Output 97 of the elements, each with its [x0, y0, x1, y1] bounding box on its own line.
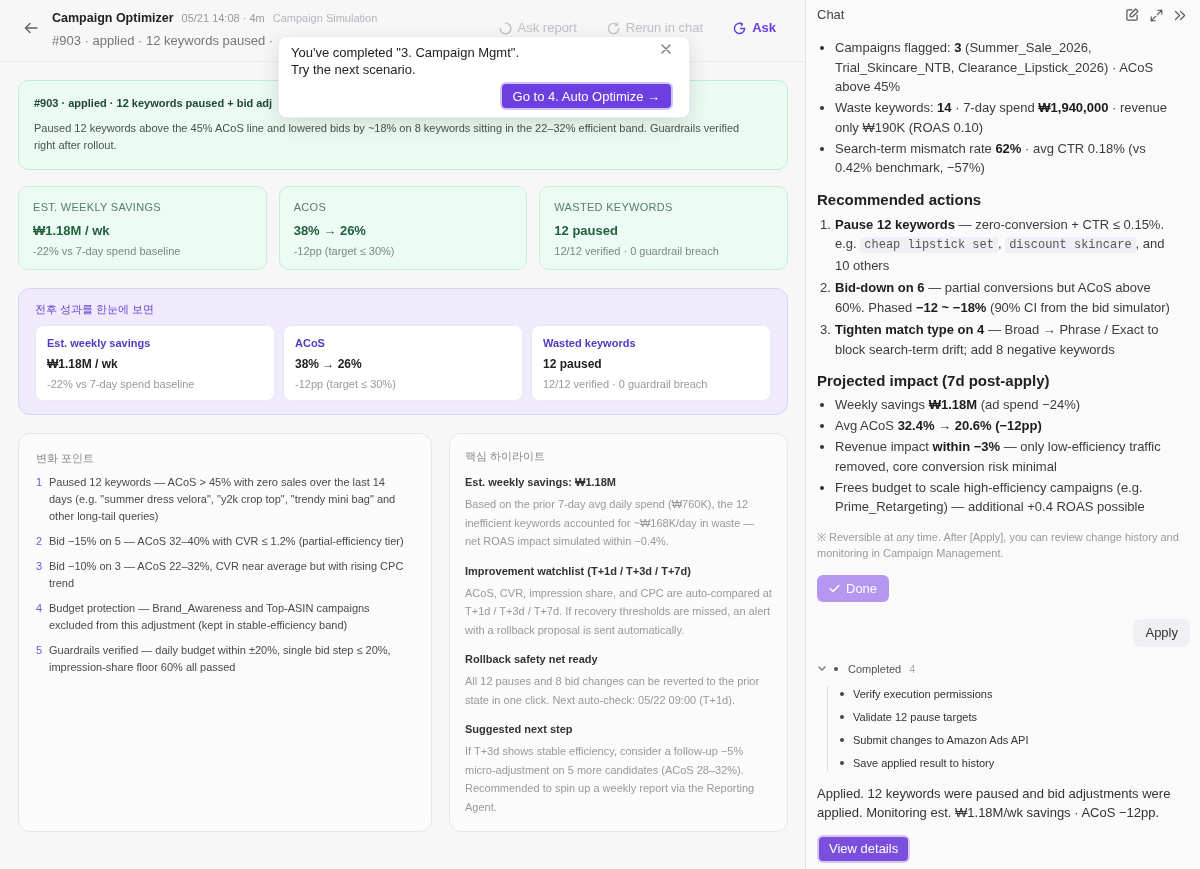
- message-text: Applied. 12 keywords were paused and bid adjustments were applied. Monitoring est. ₩1.18M/wk savings · ACoS −12pp.: [817, 784, 1172, 822]
- bullet-text: Avg ACoS 32.4% → 20.6% (−12pp): [835, 417, 1043, 435]
- list-number: 1.: [819, 215, 832, 234]
- toast-hint: Try the next scenario.: [291, 61, 416, 78]
- comparison-label: Est. weekly savings: [47, 336, 152, 350]
- banner-text: Paused 12 keywords above the 45% ACoS line and lowered bids by ~18% on 8 keywords sitting in the 22–32% efficient band. Guardrails verified right after rollout.: [34, 121, 741, 153]
- expand-icon[interactable]: [1150, 8, 1163, 22]
- metric-label: EST. WEEKLY SAVINGS: [33, 200, 162, 214]
- comparison-value: 38% → 26%: [295, 356, 363, 372]
- refresh-icon: [606, 21, 620, 35]
- toast-message: You've completed "3. Campaign Mgmt".: [291, 44, 519, 61]
- circular-arrow-icon: [733, 21, 747, 35]
- footnote-text: ※ Reversible at any time. After [Apply], you can review change history and monitoring in Campaign Management.: [817, 529, 1180, 561]
- step-text: Submit changes to Amazon Ads API: [853, 732, 1029, 748]
- bullet-icon: [820, 485, 824, 490]
- step-text: Validate 12 pause targets: [853, 709, 977, 725]
- bullet-icon: [820, 445, 824, 449]
- edit-icon[interactable]: [1125, 8, 1139, 22]
- metric-note: -22% vs 7-day spend baseline: [33, 244, 182, 258]
- bullet-icon: [820, 106, 824, 110]
- steps-title: Completed: [848, 661, 902, 677]
- highlight-heading: Rollback safety net ready: [465, 652, 599, 667]
- highlight-text: ACoS, CVR, impression share, and CPC are auto-compared at T+1d / T+3d / T+7d. If recovery thresholds are missed, an alert with a rollback proposal is sent automatically.: [465, 585, 772, 638]
- banner-title: #903 · applied · 12 keywords paused + bid adj: [34, 96, 273, 111]
- item-text: Budget protection — Brand_Awareness and Top-ASIN campaigns excluded from this adjustment (kept in stable-efficiency band): [49, 601, 371, 633]
- metric-value: 38% → 26%: [293, 222, 367, 240]
- bullet-text: Waste keywords: 14 · 7-day spend ₩1,940,000 · revenue only ₩190K (ROAS 0.10): [835, 99, 1168, 137]
- message-bubble: Apply: [1133, 618, 1190, 647]
- comparison-value: 12 paused: [543, 356, 603, 372]
- bullet-icon: [840, 760, 844, 765]
- item-text: Bid −10% on 3 — ACoS 22–32%, CVR near average but with rising CPC trend: [49, 559, 405, 591]
- bullet-icon: [820, 146, 824, 151]
- item-text: Paused 12 keywords — ACoS > 45% with zero sales over the last 14 days (e.g. "summer dress velora", "y2k crop top", "trendy mini bag" and other long-tail queries): [49, 475, 397, 524]
- bullet-text: Campaigns flagged: 3 (Summer_Sale_2026, Trial_Skincare_NTB, Clearance_Lipstick_2026) · ACoS above 45%: [835, 39, 1155, 96]
- item-text: Bid −15% on 5 — ACoS 32–40% with CVR ≤ 1.2% (partial-efficiency tier): [49, 534, 405, 549]
- item-text: Guardrails verified — daily budget within ±20%, single bid step ≤ 20%, impression-share floor 60% all passed: [49, 643, 392, 675]
- highlight-text: Based on the prior 7-day avg daily spend (₩760K), the 12 inefficient keywords accounted for ~₩168K/day in waste — net ROAS impact simulated within −0.4%.: [465, 497, 756, 549]
- metric-note: -12pp (target ≤ 30%): [293, 244, 396, 258]
- list-text: Pause 12 keywords — zero-conversion + CTR ≤ 0.15%. e.g. cheap lipstick set , discount skincare , and 10 others: [835, 215, 1166, 275]
- metric-label: ACOS: [293, 200, 328, 214]
- chat-title: Chat: [817, 6, 845, 24]
- comparison-note: 12/12 verified · 0 guardrail breach: [543, 377, 709, 391]
- item-number: 2: [36, 534, 44, 549]
- header-action-button[interactable]: Ask: [733, 20, 776, 36]
- timestamp-text: 05/21 14:08 · 4m: [181, 11, 265, 26]
- close-icon[interactable]: [661, 44, 671, 54]
- steps-count: 4: [909, 661, 916, 677]
- bullet-icon: [840, 691, 844, 696]
- bullet-icon: [820, 424, 824, 428]
- panel-title: 전후 성과를 한눈에 보면: [35, 302, 156, 316]
- bullet-text: Search-term mismatch rate 62% · avg CTR 0.18% (vs 0.42% benchmark, −57%): [835, 139, 1147, 177]
- highlight-heading: Est. weekly savings: ₩1.18M: [465, 475, 617, 490]
- item-number: 5: [36, 643, 44, 658]
- item-number: 3: [36, 559, 44, 574]
- comparison-label: ACoS: [295, 336, 326, 350]
- card-heading: 변화 포인트: [36, 451, 96, 465]
- list-text: Bid-down on 6 — partial conversions but ACoS above 60%. Phased −12 ~ −18% (90% CI from the bid simulator): [835, 279, 1171, 317]
- section-heading: Recommended actions: [817, 189, 983, 210]
- bullet-icon: [840, 737, 844, 742]
- status-subtitle: #903 · applied · 12 keywords paused ·: [52, 33, 274, 49]
- bullet-icon: [840, 714, 844, 719]
- card-heading: 핵심 하이라이트: [465, 449, 547, 463]
- metric-value: 12 paused: [554, 222, 619, 240]
- list-number: 3.: [819, 321, 832, 339]
- highlight-text: If T+3d shows stable efficiency, consider a follow-up −5% micro-adjustment on 5 more candidates (ACoS 28–32%). Recommended to spin up a weekly report via the Reporting Agent.: [465, 744, 756, 815]
- view-details-button[interactable]: View details: [817, 834, 911, 863]
- item-number: 4: [36, 601, 44, 616]
- page-title: Campaign Optimizer: [52, 10, 174, 26]
- metric-value: ₩1.18M / wk: [33, 222, 111, 240]
- list-text: Tighten match type on 4 — Broad → Phrase / Exact to block search-term drift; add 8 negative keywords: [835, 321, 1160, 359]
- loading-ring-icon: [498, 21, 512, 35]
- comparison-value: ₩1.18M / wk: [47, 356, 119, 372]
- double-chevron-right-icon[interactable]: [1174, 9, 1186, 21]
- highlight-heading: Improvement watchlist (T+1d / T+3d / T+7d): [465, 563, 692, 579]
- item-number: 1: [36, 475, 44, 490]
- comparison-label: Wasted keywords: [543, 336, 637, 350]
- section-heading: Projected impact (7d post-apply): [817, 371, 1051, 391]
- arrow-left-icon[interactable]: [24, 22, 38, 34]
- step-text: Save applied result to history: [853, 755, 995, 771]
- metric-label: WASTED KEYWORDS: [554, 200, 674, 214]
- metric-note: 12/12 verified · 0 guardrail breach: [554, 244, 720, 258]
- next-scenario-button[interactable]: Go to 4. Auto Optimize →: [499, 82, 673, 110]
- chevron-down-icon[interactable]: [818, 666, 826, 671]
- comparison-note: -22% vs 7-day spend baseline: [47, 377, 196, 391]
- highlight-heading: Suggested next step: [465, 722, 574, 737]
- highlight-text: All 12 pauses and 8 bid changes can be reverted to the prior state in one click. Next auto-check: 05/22 09:00 (T+1d).: [465, 674, 761, 708]
- bullet-text: Frees budget to scale high-efficiency campaigns (e.g. Prime_Retargeting) — additional +0.4 ROAS possible: [835, 478, 1146, 516]
- bullet-text: Weekly savings ₩1.18M (ad spend −24%): [835, 396, 1082, 414]
- step-text: Verify execution permissions: [853, 686, 993, 702]
- breadcrumb-text: Campaign Simulation: [272, 11, 378, 26]
- bullet-text: Revenue impact within −3% — only low-efficiency traffic removed, core conversion risk minimal: [835, 438, 1162, 476]
- bullet-icon: [820, 46, 824, 50]
- comparison-note: -12pp (target ≤ 30%): [295, 377, 397, 391]
- list-number: 2.: [819, 279, 832, 297]
- check-icon: [829, 583, 840, 593]
- status-dot-icon: [834, 666, 838, 671]
- bullet-icon: [820, 403, 824, 407]
